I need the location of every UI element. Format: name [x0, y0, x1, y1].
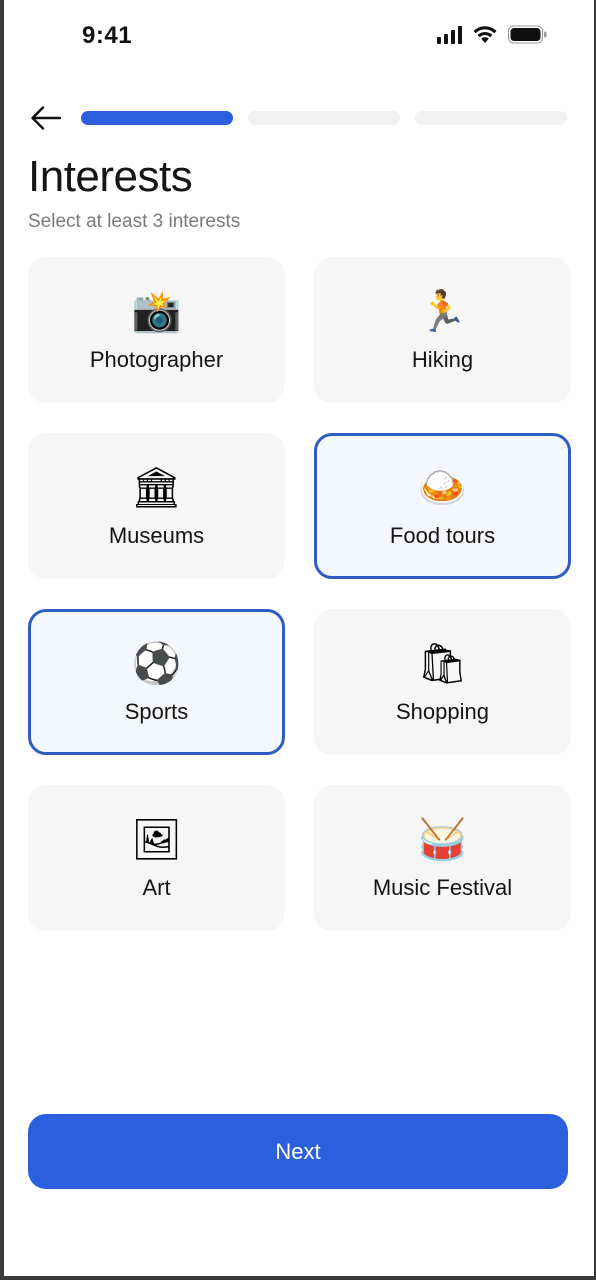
- interest-card[interactable]: 🥁 Music Festival: [314, 785, 571, 931]
- framed-picture-icon: 🖼: [131, 817, 182, 863]
- page-title: Interests: [28, 152, 193, 201]
- progress-indicator: [81, 111, 567, 125]
- interest-card[interactable]: 🖼 Art: [28, 785, 285, 931]
- interest-label: Sports: [124, 699, 189, 724]
- interest-label: Shopping: [396, 699, 489, 724]
- next-button[interactable]: Next: [28, 1114, 568, 1189]
- interest-card-selected[interactable]: 🍛 Food tours: [314, 433, 571, 579]
- interest-card[interactable]: 🛍 Shopping: [314, 609, 571, 755]
- wifi-icon: [472, 25, 498, 44]
- interest-label: Hiking: [411, 347, 474, 372]
- classical-building-icon: 🏛: [131, 465, 182, 511]
- curry-rice-icon: 🍛: [417, 465, 468, 511]
- interest-card[interactable]: 📸 Photographer: [28, 257, 285, 403]
- progress-step: [81, 111, 233, 125]
- interest-label: Photographer: [89, 347, 224, 372]
- back-button[interactable]: [28, 102, 64, 134]
- shopping-bags-icon: 🛍: [417, 641, 468, 687]
- interest-card[interactable]: 🏃 Hiking: [314, 257, 571, 403]
- interest-card-selected[interactable]: ⚽ Sports: [28, 609, 285, 755]
- signal-icon: [437, 26, 462, 44]
- interest-label: Art: [142, 875, 171, 900]
- runner-icon: 🏃: [417, 289, 468, 335]
- soccer-ball-icon: ⚽: [131, 641, 182, 687]
- interest-label: Museums: [108, 523, 205, 548]
- status-icons: [437, 25, 548, 44]
- interests-grid: 📸 Photographer 🏃 Hiking 🏛 Museums 🍛 Food…: [28, 257, 571, 931]
- interest-label: Food tours: [389, 523, 496, 548]
- page-subtitle: Select at least 3 interests: [28, 211, 241, 232]
- status-time: 9:41: [82, 22, 133, 49]
- interests-screen: 9:41 Interests Select at least 3 interes…: [4, 0, 594, 1276]
- camera-flash-icon: 📸: [131, 289, 182, 335]
- progress-step: [248, 111, 400, 125]
- arrow-left-icon: [31, 106, 62, 130]
- battery-icon: [508, 25, 548, 44]
- progress-step: [415, 111, 567, 125]
- interest-label: Music Festival: [372, 875, 513, 900]
- interest-card[interactable]: 🏛 Museums: [28, 433, 285, 579]
- drum-icon: 🥁: [417, 817, 468, 863]
